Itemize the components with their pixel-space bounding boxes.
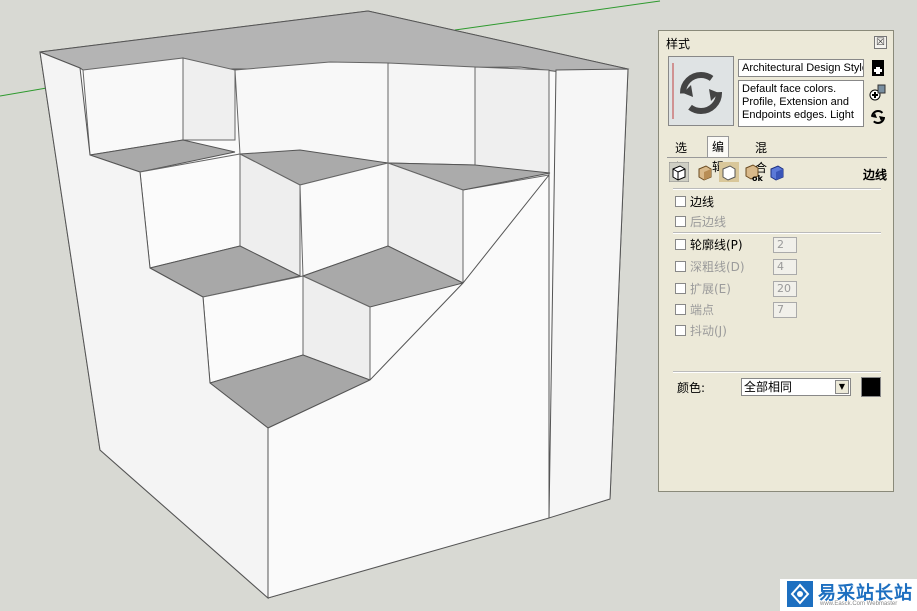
chevron-down-icon[interactable]: ▼ (835, 380, 849, 394)
site-logo-icon (787, 581, 813, 607)
option-back-edges: 后边线 (675, 214, 726, 230)
divider (673, 371, 881, 373)
checkbox[interactable] (675, 239, 686, 250)
face (234, 61, 389, 164)
option-profiles[interactable]: 轮廓线(P) (675, 237, 743, 253)
option-extension: 扩展(E) (675, 281, 731, 297)
edge-settings-icon[interactable] (668, 161, 690, 183)
close-button[interactable]: ☒ (874, 36, 887, 49)
style-name-field[interactable]: Architectural Design Style (738, 59, 864, 77)
watermark-subtext: www.Easck.Com Webmaster (820, 601, 898, 607)
style-description-field[interactable]: Default face colors. Profile, Extension … (738, 80, 864, 127)
tab-mix[interactable]: 混合 (751, 138, 771, 175)
green-axis-right (454, 0, 661, 31)
site-watermark: 易采站长站 www.Easck.Com Webmaster (780, 579, 917, 611)
option-edges[interactable]: 边线 (675, 194, 714, 210)
checkbox (675, 283, 686, 294)
checkbox (675, 325, 686, 336)
svg-text:ok: ok (752, 174, 763, 182)
update-style-icon[interactable] (869, 108, 887, 126)
background-settings-icon[interactable] (719, 162, 739, 182)
color-label: 颜色: (677, 381, 706, 395)
right-side (548, 68, 629, 519)
extension-field: 20 (773, 281, 797, 297)
checkbox (675, 304, 686, 315)
face (387, 62, 476, 166)
refresh-thumbnail-icon (669, 57, 733, 125)
panel-title: 样式 (666, 37, 691, 51)
edge-color-swatch[interactable] (861, 377, 881, 397)
endpoints-field: 7 (773, 302, 797, 318)
option-depth-cue: 深粗线(D) (675, 259, 745, 275)
style-thumbnail[interactable] (668, 56, 734, 126)
profiles-width-field[interactable]: 2 (773, 237, 797, 253)
face-settings-icon[interactable] (695, 162, 715, 182)
option-endpoints: 端点 (675, 302, 714, 318)
create-style-icon[interactable] (869, 59, 887, 77)
divider (673, 232, 881, 234)
checkbox[interactable] (675, 196, 686, 207)
tab-divider (667, 157, 887, 158)
tab-select[interactable]: 选择 (671, 138, 691, 175)
divider (673, 188, 881, 190)
checkbox (675, 216, 686, 227)
color-mode-select[interactable]: 全部相同 ▼ (741, 378, 851, 396)
tab-edit[interactable]: 编辑 (707, 136, 730, 174)
face (82, 57, 184, 156)
depth-cue-field: 4 (773, 259, 797, 275)
styles-panel: 样式 ☒ Architectural Design Style Default … (658, 30, 894, 492)
section-label: 边线 (863, 168, 888, 182)
modeling-settings-icon[interactable] (767, 162, 787, 182)
add-style-icon[interactable] (869, 83, 887, 101)
option-jitter: 抖动(J) (675, 323, 727, 339)
face (182, 57, 236, 141)
watermark-settings-icon[interactable]: ok (743, 162, 763, 183)
checkbox (675, 261, 686, 272)
